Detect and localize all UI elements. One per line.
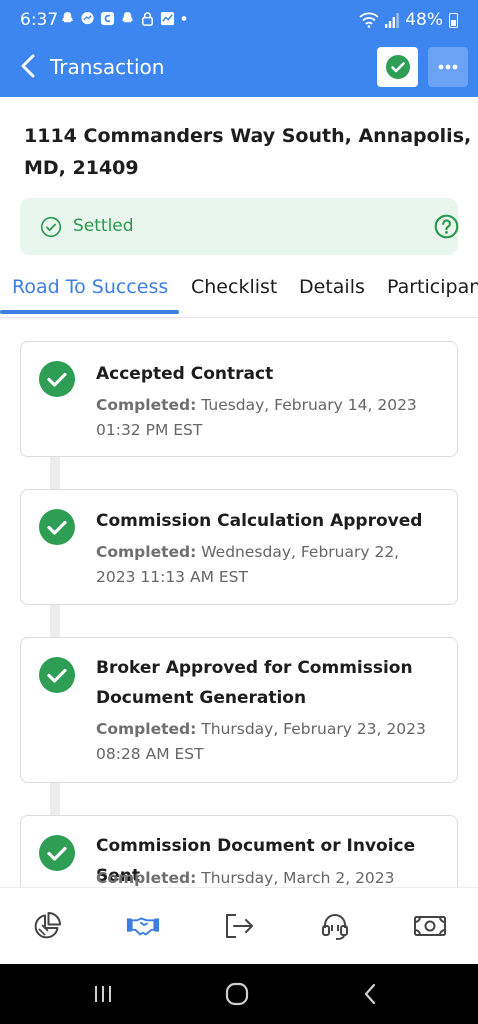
app-header: 6:37 48% Transaction xyxy=(0,0,478,97)
signal-icon xyxy=(385,12,400,28)
check-circle-icon xyxy=(39,361,75,397)
check-circle-icon xyxy=(385,55,410,79)
tab-details[interactable]: Details xyxy=(299,276,365,298)
status-time: 6:37 xyxy=(20,10,59,30)
status-button[interactable] xyxy=(377,47,418,87)
timeline-connector xyxy=(50,782,60,816)
check-circle-outline-icon xyxy=(40,216,62,238)
bottom-nav xyxy=(0,887,478,964)
step-name: Broker Approved for Commission Document … xyxy=(96,658,413,708)
timeline-connector xyxy=(50,456,60,490)
tab-underline xyxy=(0,310,179,314)
tab-bar: Road To Success Checklist Details Partic… xyxy=(0,266,478,318)
messenger-icon xyxy=(81,11,94,25)
back-icon[interactable] xyxy=(358,982,384,1006)
step-completed: Completed: Thursday, February 23, 2023 0… xyxy=(96,717,441,767)
battery-percent: 48% xyxy=(405,10,443,30)
lock-icon xyxy=(142,12,153,26)
check-circle-icon xyxy=(39,657,75,693)
nav-transactions[interactable] xyxy=(126,910,160,942)
snapchat-icon-2 xyxy=(121,11,134,23)
tab-checklist[interactable]: Checklist xyxy=(191,276,277,298)
step-completed: Completed: Tuesday, February 14, 2023 01… xyxy=(96,393,441,443)
home-icon[interactable] xyxy=(224,982,250,1006)
recent-apps-icon[interactable] xyxy=(90,982,116,1006)
step-name: Accepted Contract xyxy=(96,364,274,384)
question-circle-icon[interactable] xyxy=(434,214,459,239)
nav-reports[interactable] xyxy=(30,910,64,942)
app-c-icon xyxy=(100,11,115,26)
step-card[interactable]: Commission Calculation Approved Complete… xyxy=(20,489,458,605)
step-card[interactable]: Accepted Contract Completed: Tuesday, Fe… xyxy=(20,341,458,457)
chevron-left-icon[interactable] xyxy=(16,52,40,80)
completed-label: Completed: xyxy=(96,543,197,561)
ellipsis-icon xyxy=(438,64,458,70)
notification-icons xyxy=(60,11,188,26)
snapchat-icon xyxy=(61,11,74,23)
timeline-connector xyxy=(50,604,60,638)
screen: 6:37 48% Transaction 1114 Commanders Way… xyxy=(0,0,478,1024)
status-bar: 6:37 48% xyxy=(0,0,478,40)
chart-app-icon xyxy=(160,11,175,26)
page-title: Transaction xyxy=(50,55,165,79)
pie-chart-icon xyxy=(34,912,61,939)
sign-out-icon xyxy=(226,914,253,938)
app-bar: Transaction xyxy=(0,40,478,97)
check-circle-icon xyxy=(39,835,75,871)
nav-logout[interactable] xyxy=(222,910,256,942)
step-card[interactable]: Broker Approved for Commission Document … xyxy=(20,637,458,783)
check-circle-icon xyxy=(39,509,75,545)
more-button[interactable] xyxy=(428,47,468,87)
nav-support[interactable] xyxy=(318,910,352,942)
system-nav-bar xyxy=(0,964,478,1024)
completed-label: Completed: xyxy=(96,869,197,887)
battery-icon xyxy=(449,12,458,28)
headset-icon xyxy=(322,914,348,940)
completed-label: Completed: xyxy=(96,396,197,414)
step-name: Commission Calculation Approved xyxy=(96,511,423,531)
dot-icon xyxy=(181,16,187,21)
money-icon xyxy=(414,916,446,936)
status-label: Settled xyxy=(73,216,134,236)
wifi-icon xyxy=(359,12,379,28)
nav-commissions[interactable] xyxy=(413,910,447,942)
tab-road-to-success[interactable]: Road To Success xyxy=(12,276,168,298)
handshake-icon xyxy=(126,917,160,936)
step-completed: Completed: Wednesday, February 22, 2023 … xyxy=(96,540,441,590)
property-address: 1114 Commanders Way South, Annapolis, MD… xyxy=(24,125,472,179)
tab-participants[interactable]: Participants xyxy=(387,276,478,298)
status-banner: Settled xyxy=(20,198,459,255)
completed-label: Completed: xyxy=(96,720,197,738)
status-right: 48% xyxy=(359,10,458,30)
